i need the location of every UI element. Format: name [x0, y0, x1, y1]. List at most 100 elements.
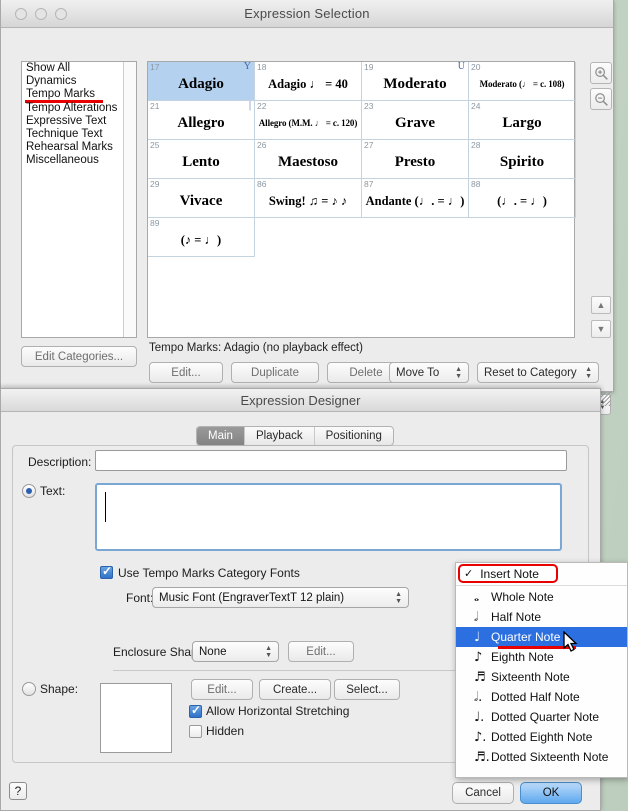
- category-item-label: Tempo Alterations: [26, 102, 117, 114]
- expression-cell[interactable]: 23Grave: [362, 101, 469, 140]
- zoom-out-icon[interactable]: [590, 88, 612, 110]
- shape-edit-button[interactable]: Edit...: [191, 679, 253, 700]
- expression-cell[interactable]: 19UModerato: [362, 62, 469, 101]
- expression-cell[interactable]: 18Adagio ♩ = 40: [255, 62, 362, 101]
- expression-cell[interactable]: 87Andante (♩. = ♩): [362, 179, 469, 218]
- menu-item-label: Dotted Eighth Note: [491, 730, 592, 744]
- expression-cell[interactable]: 86Swing! ♫ = ♪ ♪: [255, 179, 362, 218]
- expression-cell[interactable]: 22Allegro (M.M. ♩ = c. 120): [255, 101, 362, 140]
- designer-cancel-button[interactable]: Cancel: [452, 782, 514, 804]
- window-controls[interactable]: [15, 8, 67, 20]
- menu-item-eighth-note[interactable]: ♪Eighth Note: [456, 647, 627, 667]
- expression-cell[interactable]: 29Vivace: [148, 179, 255, 218]
- category-item-miscellaneous[interactable]: Miscellaneous: [22, 154, 136, 167]
- note-glyph-icon: 𝅗𝅥: [474, 611, 491, 624]
- insert-note-menu-header-label: Insert Note: [480, 567, 539, 581]
- expression-cell[interactable]: 20Moderato (♩ = c. 108): [469, 62, 576, 101]
- expression-cell[interactable]: 17YAdagio: [148, 62, 255, 101]
- expression-cell-number: 25: [150, 140, 159, 150]
- category-list[interactable]: Show AllDynamicsTempo Marks Tempo Alterat…: [21, 61, 137, 338]
- expression-cell-number: 18: [257, 62, 266, 72]
- shape-radio[interactable]: [22, 682, 36, 696]
- category-item-show-all[interactable]: Show All: [22, 62, 136, 75]
- scroll-down-icon[interactable]: ▼: [591, 320, 611, 338]
- note-glyph-icon: ♩: [474, 631, 491, 644]
- expression-cell-number: 26: [257, 140, 266, 150]
- designer-help-icon[interactable]: ?: [9, 782, 27, 800]
- description-label: Description:: [28, 455, 91, 469]
- zoom-in-icon[interactable]: [590, 62, 612, 84]
- category-item-tempo-marks[interactable]: Tempo Marks: [22, 88, 136, 101]
- hidden-checkbox[interactable]: [189, 725, 202, 738]
- text-input[interactable]: [95, 483, 562, 551]
- expression-cell[interactable]: 27Presto: [362, 140, 469, 179]
- menu-item-half-note[interactable]: 𝅗𝅥Half Note: [456, 607, 627, 627]
- expression-cell-number: 19: [364, 62, 373, 72]
- expression-cell[interactable]: 24Largo: [469, 101, 576, 140]
- font-dropdown[interactable]: Music Font (EngraverTextT 12 plain) ▲▼: [152, 587, 409, 608]
- allow-horizontal-stretching-checkbox[interactable]: [189, 705, 202, 718]
- tab-playback[interactable]: Playback: [245, 427, 315, 445]
- expression-cell-number: 88: [471, 179, 480, 189]
- edit-categories-button[interactable]: Edit Categories...: [21, 346, 137, 367]
- minimize-button[interactable]: [35, 8, 47, 20]
- category-scrollbar[interactable]: [123, 62, 136, 337]
- tab-main[interactable]: Main: [197, 427, 245, 445]
- expression-cell[interactable]: 28Spirito: [469, 140, 576, 179]
- expression-cell-text: (♩. = ♩): [497, 195, 547, 208]
- expression-cell-text: Lento: [182, 155, 220, 170]
- expression-cell-text: Moderato: [383, 77, 446, 92]
- description-input[interactable]: [95, 450, 567, 471]
- expression-cell[interactable]: 21|Allegro: [148, 101, 255, 140]
- expression-cell-text: Maestoso: [278, 155, 338, 170]
- edit-button[interactable]: Edit...: [149, 362, 223, 383]
- category-item-dynamics[interactable]: Dynamics: [22, 75, 136, 88]
- menu-item-whole-note[interactable]: 𝅝Whole Note: [456, 587, 627, 607]
- category-item-technique-text[interactable]: Technique Text: [22, 128, 136, 141]
- expression-cell-number: 17: [150, 62, 159, 72]
- expression-cell-number: 20: [471, 62, 480, 72]
- menu-item-sixteenth-note[interactable]: ♬Sixteenth Note: [456, 667, 627, 687]
- expression-cell-number: 22: [257, 101, 266, 111]
- menu-item-dotted-quarter-note[interactable]: ♩.Dotted Quarter Note: [456, 707, 627, 727]
- insert-note-menu[interactable]: ✓ Insert Note 𝅝Whole Note𝅗𝅥Half Note♩Quar…: [455, 562, 628, 778]
- status-text: Tempo Marks: Adagio (no playback effect): [149, 342, 363, 354]
- close-button[interactable]: [15, 8, 27, 20]
- shape-create-button[interactable]: Create...: [259, 679, 331, 700]
- enclosure-shape-dropdown[interactable]: None ▲▼: [192, 641, 279, 662]
- move-to-dropdown[interactable]: Move To ▲▼: [389, 362, 469, 383]
- reset-to-category-dropdown[interactable]: Reset to Category ▲▼: [477, 362, 599, 383]
- category-item-rehearsal-marks[interactable]: Rehearsal Marks: [22, 141, 136, 154]
- menu-item-dotted-sixteenth-note[interactable]: ♬.Dotted Sixteenth Note: [456, 747, 627, 767]
- expression-cell-text: Vivace: [180, 194, 223, 209]
- zoom-button[interactable]: [55, 8, 67, 20]
- category-item-tempo-alterations[interactable]: Tempo Alterations: [22, 102, 136, 115]
- category-item-expressive-text[interactable]: Expressive Text: [22, 115, 136, 128]
- text-radio[interactable]: [22, 484, 36, 498]
- hidden-label: Hidden: [206, 724, 244, 738]
- category-item-label: Show All: [26, 62, 70, 74]
- expression-cell-number: 23: [364, 101, 373, 111]
- menu-item-dotted-half-note[interactable]: 𝅗𝅥.Dotted Half Note: [456, 687, 627, 707]
- menu-item-dotted-eighth-note[interactable]: ♪.Dotted Eighth Note: [456, 727, 627, 747]
- use-category-fonts-checkbox[interactable]: [100, 566, 113, 579]
- expression-grid[interactable]: 17YAdagio18Adagio ♩ = 4019UModerato20Mod…: [147, 61, 575, 338]
- designer-window-title: Expression Designer: [241, 393, 361, 408]
- tab-positioning[interactable]: Positioning: [315, 427, 393, 445]
- category-item-label: Tempo Marks: [26, 88, 95, 100]
- mouse-cursor-icon: [563, 631, 581, 655]
- scroll-up-icon[interactable]: ▲: [591, 296, 611, 314]
- duplicate-button[interactable]: Duplicate: [231, 362, 319, 383]
- expression-cell[interactable]: 26 Maestoso: [255, 140, 362, 179]
- insert-note-menu-header[interactable]: ✓ Insert Note: [456, 564, 627, 583]
- shape-select-button[interactable]: Select...: [334, 679, 400, 700]
- expression-cell[interactable]: 25 Lento: [148, 140, 255, 179]
- menu-item-quarter-note[interactable]: ♩Quarter Note: [456, 627, 627, 647]
- menu-item-label: Sixteenth Note: [491, 670, 570, 684]
- expression-cell[interactable]: 88 (♩. = ♩): [469, 179, 576, 218]
- expression-cell-text: Swing! ♫ = ♪ ♪: [269, 195, 347, 208]
- designer-tabs: MainPlaybackPositioning: [196, 426, 394, 446]
- expression-cell[interactable]: 89(♪ = ♩): [148, 218, 255, 257]
- enclosure-edit-button[interactable]: Edit...: [288, 641, 354, 662]
- ok-button[interactable]: OK: [520, 782, 582, 804]
